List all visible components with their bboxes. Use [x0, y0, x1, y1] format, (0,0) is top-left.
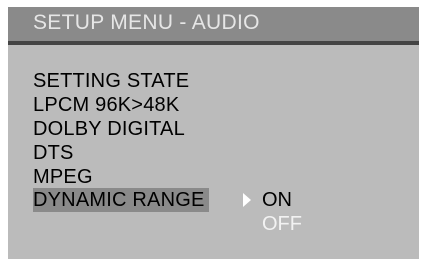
menu-title: SETUP MENU - AUDIO — [33, 11, 260, 34]
title-bar: SETUP MENU - AUDIO — [8, 7, 419, 41]
setup-menu-screen: SETUP MENU - AUDIO SETTING STATE LPCM 96… — [8, 7, 419, 259]
option-on[interactable]: ON — [262, 188, 292, 212]
menu-item-dynamic-range[interactable]: DYNAMIC RANGE — [33, 188, 209, 212]
menu-item-setting-state[interactable]: SETTING STATE — [33, 69, 189, 93]
title-divider — [8, 41, 419, 45]
menu-item-mpeg[interactable]: MPEG — [33, 165, 93, 189]
menu-item-dts[interactable]: DTS — [33, 141, 74, 165]
menu-item-dolby-digital[interactable]: DOLBY DIGITAL — [33, 117, 185, 141]
chevron-right-icon — [243, 193, 251, 207]
option-off[interactable]: OFF — [262, 212, 302, 236]
menu-item-lpcm[interactable]: LPCM 96K>48K — [33, 93, 179, 117]
